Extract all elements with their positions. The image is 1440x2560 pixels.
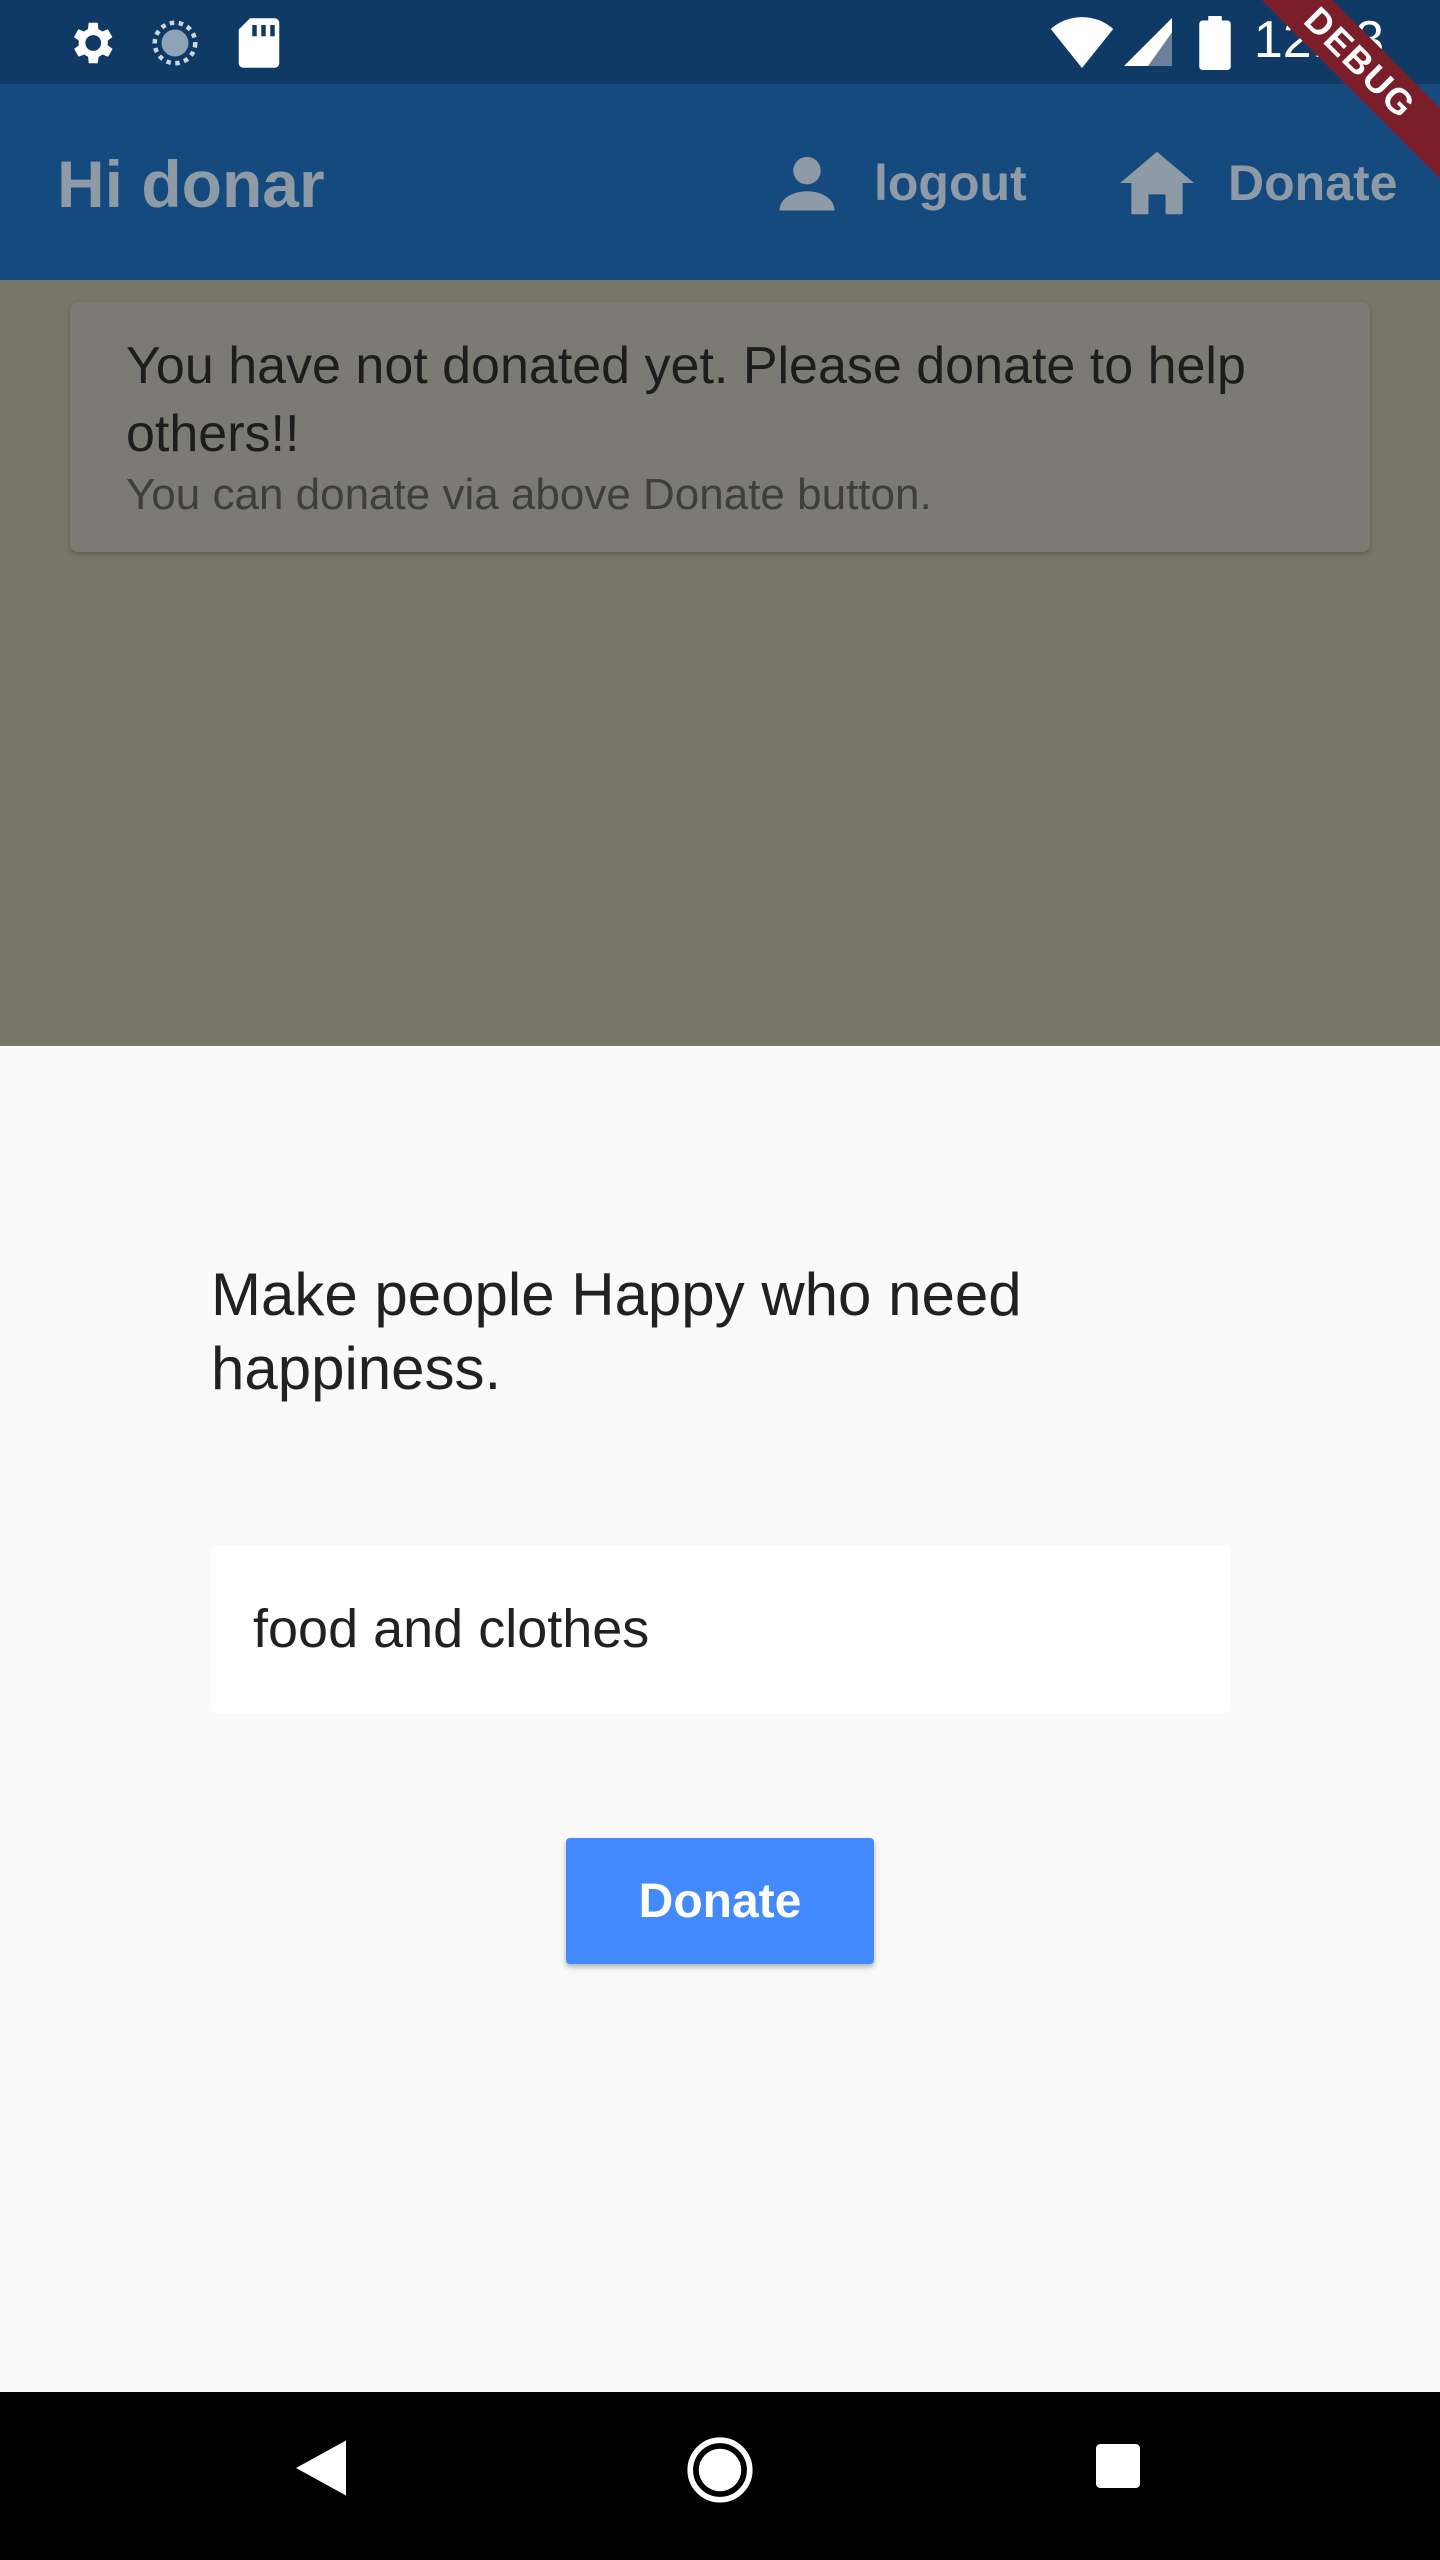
- notice-card: You have not donated yet. Please donate …: [70, 302, 1370, 552]
- donate-button[interactable]: Donate: [566, 1838, 874, 1964]
- donation-items-input[interactable]: [211, 1545, 1231, 1713]
- notice-title: You have not donated yet. Please donate …: [126, 337, 1246, 463]
- gear-icon: [64, 16, 118, 75]
- wifi-icon: [1050, 16, 1114, 73]
- signal-icon: [1124, 16, 1172, 73]
- app-bar: Hi donar logout Donate: [0, 84, 1440, 280]
- donate-nav-label: Donate: [1228, 155, 1398, 211]
- back-icon[interactable]: [296, 2440, 346, 2501]
- system-nav-bar: [0, 2392, 1440, 2560]
- recents-icon[interactable]: [1096, 2444, 1140, 2493]
- battery-icon: [1198, 16, 1232, 75]
- sync-icon: [148, 16, 202, 75]
- sheet-heading: Make people Happy who need happiness.: [211, 1261, 1022, 1402]
- page-title: Hi donar: [57, 147, 325, 221]
- notice-subtitle: You can donate via above Donate button.: [126, 470, 932, 519]
- donate-bottom-sheet: Make people Happy who need happiness. Do…: [0, 1046, 1440, 2392]
- donate-nav-button[interactable]: Donate: [1120, 148, 1397, 218]
- home-icon: [1120, 151, 1194, 215]
- person-icon: [779, 156, 835, 211]
- home-circle-icon[interactable]: [686, 2436, 754, 2509]
- logout-button[interactable]: logout: [774, 148, 1027, 218]
- logout-label: logout: [874, 155, 1027, 211]
- sd-card-icon: [234, 16, 284, 75]
- status-bar: 12:53: [0, 0, 1440, 84]
